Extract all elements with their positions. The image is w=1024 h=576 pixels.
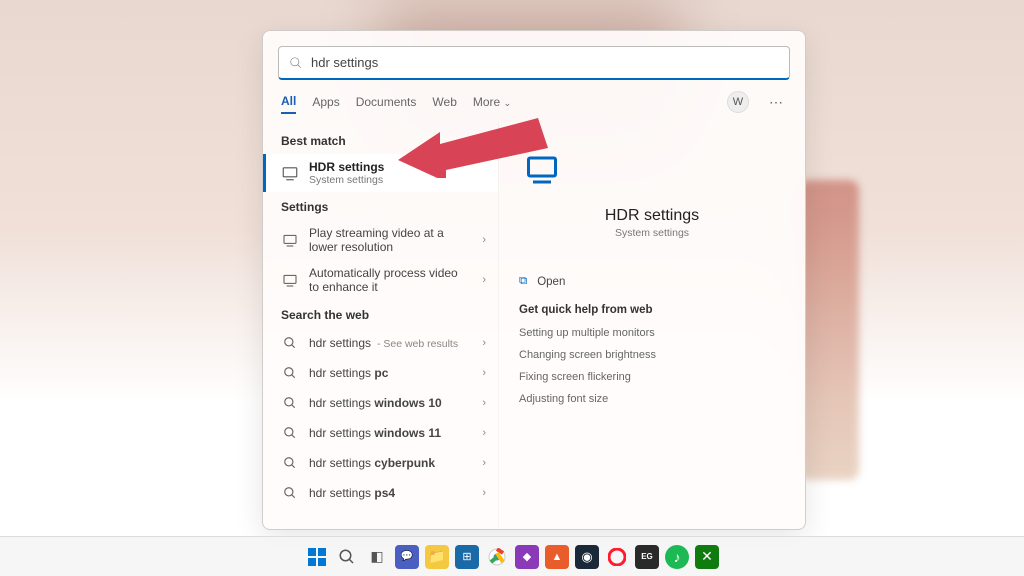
result-best-match[interactable]: HDR settings System settings xyxy=(263,154,498,192)
quick-help-header: Get quick help from web xyxy=(519,304,785,316)
search-input[interactable] xyxy=(311,55,779,70)
result-title: HDR settings xyxy=(309,160,486,174)
more-options-button[interactable]: ⋯ xyxy=(765,94,787,111)
tab-web[interactable]: Web xyxy=(432,91,456,113)
result-settings-item[interactable]: Play streaming video at a lower resoluti… xyxy=(263,220,498,260)
monitor-icon xyxy=(281,231,299,249)
preview-title: HDR settings xyxy=(517,207,787,225)
result-title: hdr settings windows 10 xyxy=(309,396,442,410)
taskbar-app-orange[interactable]: ▲ xyxy=(545,545,569,569)
tab-documents[interactable]: Documents xyxy=(356,91,417,113)
monitor-icon xyxy=(281,164,299,182)
result-web-item[interactable]: hdr settings windows 11 › xyxy=(263,418,498,448)
chevron-right-icon: › xyxy=(482,274,486,286)
result-web-item[interactable]: hdr settings ps4 › xyxy=(263,478,498,508)
taskbar-app-steam[interactable]: ◉ xyxy=(575,545,599,569)
preview-pane: HDR settings System settings ⧉ Open Get … xyxy=(498,122,805,529)
chevron-right-icon: › xyxy=(482,487,486,499)
start-button[interactable] xyxy=(305,545,329,569)
result-web-item[interactable]: hdr settings - See web results › xyxy=(263,328,498,358)
quick-help-link[interactable]: Fixing screen flickering xyxy=(517,366,787,388)
result-title: hdr settings xyxy=(309,336,371,350)
taskbar-app-epic[interactable]: EG xyxy=(635,545,659,569)
monitor-icon xyxy=(281,271,299,289)
chevron-right-icon: › xyxy=(482,457,486,469)
quick-help-link[interactable]: Setting up multiple monitors xyxy=(517,322,787,344)
taskbar-app-purple[interactable]: ◆ xyxy=(515,545,539,569)
chevron-right-icon: › xyxy=(482,367,486,379)
taskbar-app-explorer[interactable]: 📁 xyxy=(425,545,449,569)
taskbar-app-chrome[interactable] xyxy=(485,545,509,569)
tab-more[interactable]: More ⌄ xyxy=(473,91,511,113)
open-icon: ⧉ xyxy=(519,275,527,288)
chevron-right-icon: › xyxy=(482,337,486,349)
results-column: Best match HDR settings System settings … xyxy=(263,122,498,529)
result-title: Automatically process video to enhance i… xyxy=(309,266,468,294)
result-title: hdr settings ps4 xyxy=(309,486,395,500)
tab-apps[interactable]: Apps xyxy=(312,91,339,113)
taskbar-app-spotify[interactable]: ♪ xyxy=(665,545,689,569)
result-web-item[interactable]: hdr settings pc › xyxy=(263,358,498,388)
search-icon xyxy=(289,56,303,70)
search-icon xyxy=(281,424,299,442)
search-icon xyxy=(281,454,299,472)
chevron-right-icon: › xyxy=(482,427,486,439)
result-web-item[interactable]: hdr settings cyberpunk › xyxy=(263,448,498,478)
result-settings-item[interactable]: Automatically process video to enhance i… xyxy=(263,260,498,300)
tab-all[interactable]: All xyxy=(281,90,296,114)
result-hint: - See web results xyxy=(374,338,458,350)
start-search-panel: All Apps Documents Web More ⌄ W ⋯ Best m… xyxy=(262,30,806,530)
search-icon xyxy=(281,394,299,412)
result-web-item[interactable]: hdr settings windows 10 › xyxy=(263,388,498,418)
taskbar-app-xbox[interactable]: ✕ xyxy=(695,545,719,569)
section-best-match: Best match xyxy=(263,126,498,154)
filter-tabs: All Apps Documents Web More ⌄ W ⋯ xyxy=(263,90,805,122)
result-subtitle: System settings xyxy=(309,174,486,186)
section-search-web: Search the web xyxy=(263,300,498,328)
preview-subtitle: System settings xyxy=(517,227,787,239)
chevron-right-icon: › xyxy=(482,234,486,246)
section-settings: Settings xyxy=(263,192,498,220)
result-title: Play streaming video at a lower resoluti… xyxy=(309,226,468,254)
search-button[interactable] xyxy=(335,545,359,569)
result-title: hdr settings pc xyxy=(309,366,388,380)
wallpaper-side xyxy=(799,180,859,480)
task-view-button[interactable]: ◧ xyxy=(365,545,389,569)
search-icon xyxy=(281,334,299,352)
search-box[interactable] xyxy=(278,46,790,80)
search-icon xyxy=(281,484,299,502)
open-action[interactable]: ⧉ Open xyxy=(517,269,787,294)
taskbar-app-chat[interactable]: 💬 xyxy=(395,545,419,569)
result-title: hdr settings cyberpunk xyxy=(309,456,435,470)
chevron-right-icon: › xyxy=(482,397,486,409)
quick-help-link[interactable]: Changing screen brightness xyxy=(517,344,787,366)
quick-help-link[interactable]: Adjusting font size xyxy=(517,388,787,410)
chevron-down-icon: ⌄ xyxy=(504,98,512,108)
result-title: hdr settings windows 11 xyxy=(309,426,441,440)
taskbar-app-opera[interactable] xyxy=(605,545,629,569)
user-avatar[interactable]: W xyxy=(727,91,749,113)
monitor-icon-large xyxy=(517,152,567,188)
search-icon xyxy=(281,364,299,382)
taskbar-app-store[interactable]: ⊞ xyxy=(455,545,479,569)
taskbar: ◧ 💬 📁 ⊞ ◆ ▲ ◉ EG ♪ ✕ xyxy=(0,536,1024,576)
